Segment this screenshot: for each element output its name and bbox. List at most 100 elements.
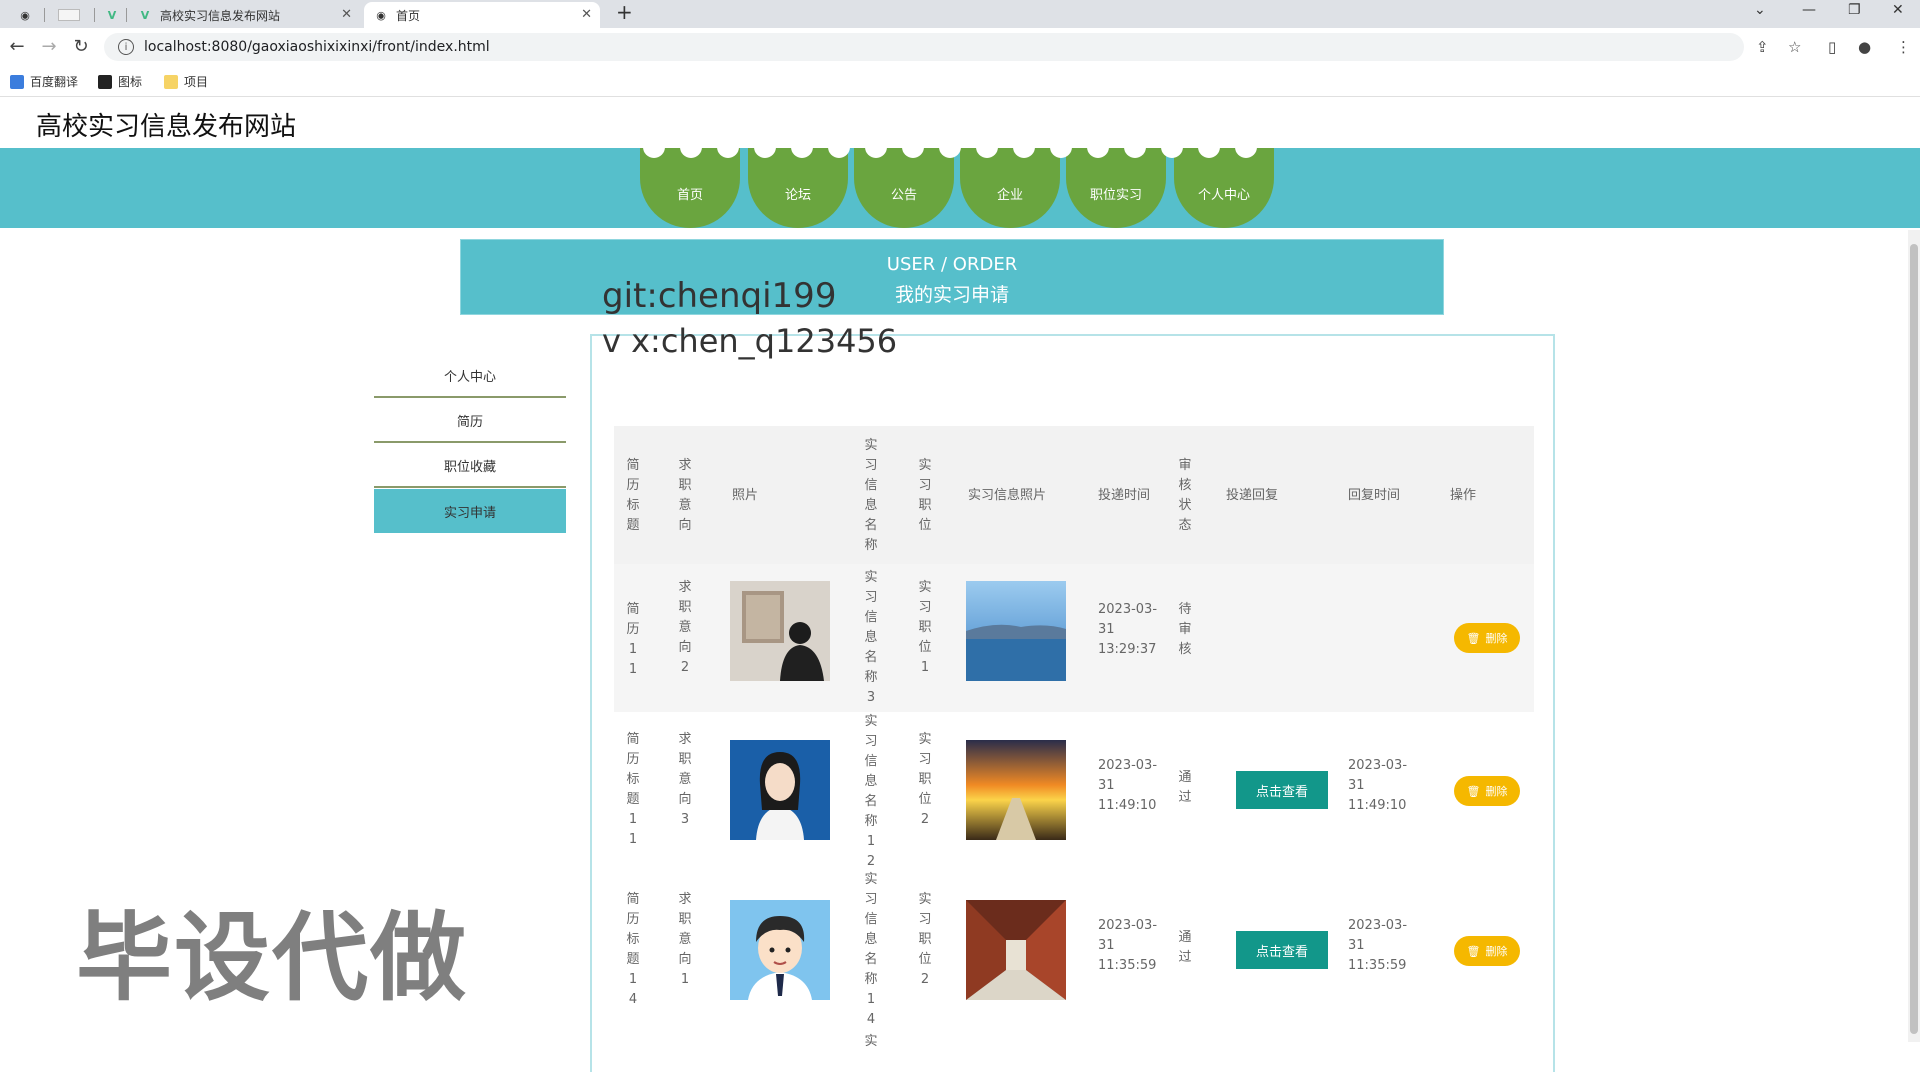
cell-resume-title: 简历11 [626, 602, 640, 677]
tab-home[interactable]: ◉ 首页 ✕ [364, 2, 600, 28]
cell-info-name: 实习信息名称3 [864, 570, 878, 705]
trash-icon: 🗑 [1466, 944, 1481, 958]
header-resume-title: 简历标题 [626, 458, 640, 533]
pinned-tab[interactable] [48, 2, 92, 28]
scrollbar-thumb[interactable] [1910, 244, 1918, 1034]
sidebar-item-resume[interactable]: 简历 [374, 399, 566, 443]
minimize-icon[interactable]: — [1802, 2, 1816, 18]
tab-search-icon[interactable]: ⌄ [1754, 2, 1766, 18]
pinned-tab[interactable]: V [96, 2, 126, 28]
sidebar-item-personal-center[interactable]: 个人中心 [374, 354, 566, 398]
header-intent: 求职意向 [678, 458, 692, 533]
restore-icon[interactable]: ❐ [1848, 2, 1861, 18]
header-position: 实习职位 [918, 458, 932, 533]
header-submit-time: 投递时间 [1098, 488, 1151, 503]
close-window-icon[interactable]: ✕ [1892, 2, 1904, 18]
sidebar-item-favorites[interactable]: 职位收藏 [374, 444, 566, 488]
back-arrow-icon[interactable]: ← [6, 36, 28, 57]
applicant-photo [730, 900, 830, 1000]
tab-separator [44, 8, 45, 22]
page-header-en: USER / ORDER [886, 254, 1018, 275]
cell-intent: 求职意向3 [678, 732, 692, 827]
vue-icon: V [107, 8, 117, 22]
cell-info-name: 实习信息名称14 [864, 872, 878, 1027]
delete-button[interactable]: 🗑 删除 [1454, 623, 1520, 653]
cell-info-name: 实习信息名称12 [864, 714, 878, 869]
trash-icon: 🗑 [1466, 631, 1481, 645]
close-icon[interactable]: ✕ [341, 7, 352, 22]
submit-day: 31 [1098, 778, 1115, 793]
bookmark-item[interactable]: 项目 [164, 73, 208, 90]
cell-submit-time: 2023-03- 31 11:49:10 [1098, 756, 1157, 816]
cell-resume-title: 简历标题11 [626, 732, 640, 847]
bookmark-label: 项目 [184, 75, 209, 89]
cell-reply-time: 2023-03- 31 11:35:59 [1348, 916, 1407, 976]
tab-title: 高校实习信息发布网站 [160, 8, 281, 23]
trash-icon: 🗑 [1466, 784, 1481, 798]
table-row: 简历标题14 求职意向1 实习信息名称14 实习职位2 2023-03- 31 … [614, 870, 1534, 1028]
submit-day: 31 [1098, 938, 1115, 953]
header-reply-time: 回复时间 [1348, 488, 1401, 503]
delete-label: 删除 [1485, 785, 1508, 798]
submit-date: 2023-03- [1098, 918, 1158, 933]
cell-status: 通过 [1178, 770, 1192, 805]
delete-label: 删除 [1485, 945, 1508, 958]
side-panel-icon[interactable]: ▯ [1828, 38, 1836, 56]
table-row: 简历标题11 求职意向3 实习信息名称12 实习职位2 2023-03- 31 … [614, 712, 1534, 870]
applicant-photo [730, 581, 830, 681]
cell-submit-time: 2023-03- 31 13:29:37 [1098, 600, 1157, 660]
bookmark-label: 百度翻译 [30, 75, 79, 89]
menu-icon[interactable]: ⋮ [1896, 38, 1911, 56]
star-icon[interactable]: ☆ [1788, 38, 1801, 56]
table-row: 简历11 求职意向2 实习信息名称3 实习职位1 2023-03- 31 13:… [614, 564, 1534, 712]
new-tab-button[interactable]: + [616, 0, 633, 24]
submit-clock: 13:29:37 [1098, 642, 1157, 657]
close-icon[interactable]: ✕ [581, 7, 592, 22]
reply-clock: 11:49:10 [1348, 798, 1407, 813]
address-bar-row: ← → ↻ i localhost:8080/gaoxiaoshixixinxi… [0, 28, 1920, 66]
reply-day: 31 [1348, 938, 1365, 953]
cell-status: 通过 [1178, 930, 1192, 965]
cell-resume-title: 简历标题14 [626, 892, 640, 1007]
reply-clock: 11:35:59 [1348, 958, 1407, 973]
watermark-text: 毕设代做 [76, 902, 468, 1014]
bookmark-item[interactable]: 百度翻译 [10, 73, 78, 90]
submit-day: 31 [1098, 622, 1115, 637]
share-icon[interactable]: ⇪ [1756, 38, 1769, 56]
internship-photo [966, 581, 1066, 681]
bookmark-label: 图标 [118, 75, 143, 89]
delete-button[interactable]: 🗑 删除 [1454, 776, 1520, 806]
vue-icon: V [140, 8, 150, 22]
submit-clock: 11:35:59 [1098, 958, 1157, 973]
page-scrollbar[interactable] [1908, 230, 1920, 1042]
bookmark-item[interactable]: 图标 [98, 73, 142, 90]
globe-icon: ◉ [20, 8, 30, 22]
view-reply-button[interactable]: 点击查看 [1236, 931, 1328, 969]
translate-icon [10, 74, 24, 89]
submit-date: 2023-03- [1098, 602, 1158, 617]
tab-title: 首页 [396, 8, 421, 23]
url-field[interactable]: i localhost:8080/gaoxiaoshixixinxi/front… [104, 33, 1744, 61]
forward-arrow-icon[interactable]: → [38, 36, 60, 57]
browser-tab-bar: ◉ V V 高校实习信息发布网站 ✕ ◉ 首页 ✕ + ⌄ — ❐ ✕ [0, 0, 1920, 28]
cell-status: 待审核 [1178, 602, 1192, 657]
url-text: localhost:8080/gaoxiaoshixixinxi/front/i… [144, 39, 490, 55]
cell-submit-time: 2023-03- 31 11:35:59 [1098, 916, 1157, 976]
reload-icon[interactable]: ↻ [70, 36, 92, 57]
sidebar-item-applications[interactable]: 实习申请 [374, 489, 566, 533]
internship-photo [966, 740, 1066, 840]
info-icon[interactable]: i [118, 39, 134, 55]
view-reply-button[interactable]: 点击查看 [1236, 771, 1328, 809]
site-title: 高校实习信息发布网站 [36, 112, 297, 142]
cell-position: 实习职位2 [918, 892, 932, 987]
delete-button[interactable]: 🗑 删除 [1454, 936, 1520, 966]
reply-day: 31 [1348, 778, 1365, 793]
pinned-tab[interactable]: ◉ [8, 2, 40, 28]
header-reply: 投递回复 [1226, 488, 1279, 503]
profile-icon[interactable]: ● [1858, 38, 1871, 56]
cell-intent: 求职意向2 [678, 580, 692, 675]
tab-site[interactable]: V 高校实习信息发布网站 ✕ [128, 2, 360, 28]
reply-date: 2023-03- [1348, 758, 1408, 773]
header-status: 审核状态 [1178, 458, 1192, 533]
submit-clock: 11:49:10 [1098, 798, 1157, 813]
